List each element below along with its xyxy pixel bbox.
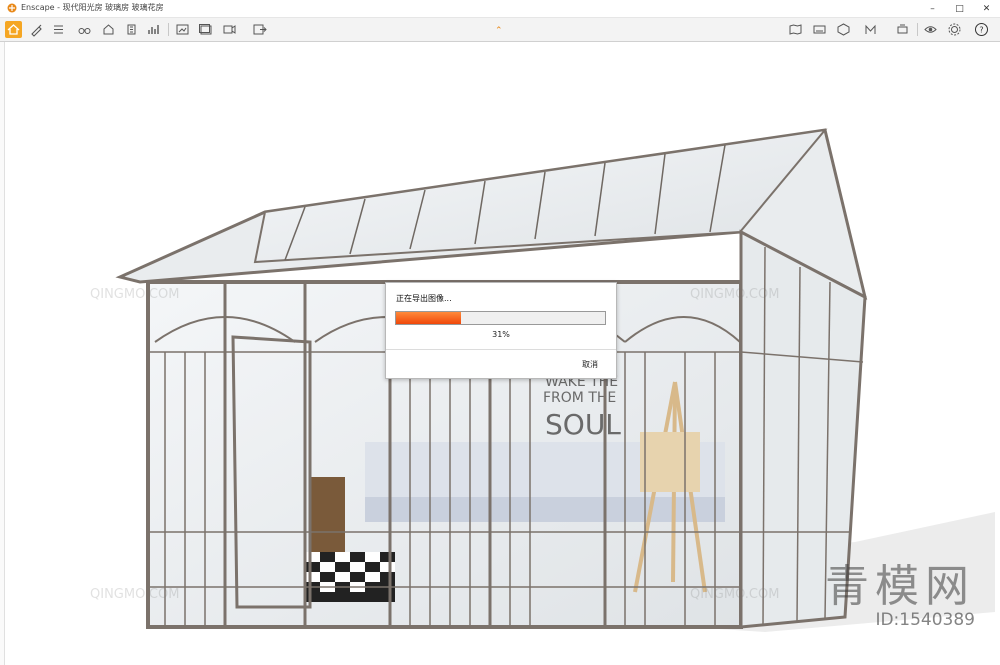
cancel-button[interactable]: 取消: [582, 359, 598, 370]
watermark-text: QINGMO.COM: [690, 287, 780, 302]
render-batch-icon[interactable]: [197, 21, 214, 38]
dialog-divider: [386, 349, 616, 350]
vr-icon[interactable]: [835, 21, 852, 38]
watermark-text: QINGMO.COM: [90, 287, 180, 302]
enscape-logo-icon: [7, 3, 17, 13]
panorama-icon[interactable]: [811, 21, 828, 38]
watermark-id: ID:1540389: [875, 610, 975, 630]
watermark-text: QINGMO.COM: [90, 587, 180, 602]
collapse-toolbar-icon[interactable]: ⌃: [495, 26, 503, 36]
material-icon[interactable]: [862, 21, 879, 38]
sign-line-3: SOUL: [545, 408, 621, 441]
export-progress-dialog: 正在导出图像... 31% 取消: [385, 282, 617, 379]
minimize-button[interactable]: –: [919, 0, 946, 17]
close-button[interactable]: ✕: [973, 0, 1000, 17]
watermark-logo: 青模网 ID:1540389: [825, 561, 975, 631]
settings-alt-icon[interactable]: [894, 21, 911, 38]
binoculars-icon[interactable]: [76, 21, 93, 38]
progress-fill: [396, 312, 461, 324]
list-icon[interactable]: [50, 21, 67, 38]
title-bar: Enscape - 现代阳光房 玻璃房 玻璃花房 – □ ✕: [0, 0, 1000, 18]
home-icon[interactable]: [5, 21, 22, 38]
watermark-logo-text: 青模网: [825, 561, 975, 612]
progress-bar: [395, 311, 606, 325]
building-icon[interactable]: [123, 21, 140, 38]
svg-text:?: ?: [979, 26, 983, 35]
house-icon[interactable]: [100, 21, 117, 38]
map-icon[interactable]: [787, 21, 804, 38]
eye-icon[interactable]: [922, 21, 939, 38]
maximize-button[interactable]: □: [946, 0, 973, 17]
window-title: Enscape - 现代阳光房 玻璃房 玻璃花房: [21, 3, 164, 12]
export-icon[interactable]: [251, 21, 268, 38]
video-icon[interactable]: [221, 21, 238, 38]
chart-icon[interactable]: [145, 21, 162, 38]
render-icon[interactable]: [174, 21, 191, 38]
dialog-title: 正在导出图像...: [396, 294, 452, 303]
watermark-text: QINGMO.COM: [690, 587, 780, 602]
pen-icon[interactable]: [28, 21, 45, 38]
progress-percent: 31%: [492, 330, 510, 339]
help-icon[interactable]: ?: [973, 21, 990, 38]
settings-icon[interactable]: [946, 21, 963, 38]
